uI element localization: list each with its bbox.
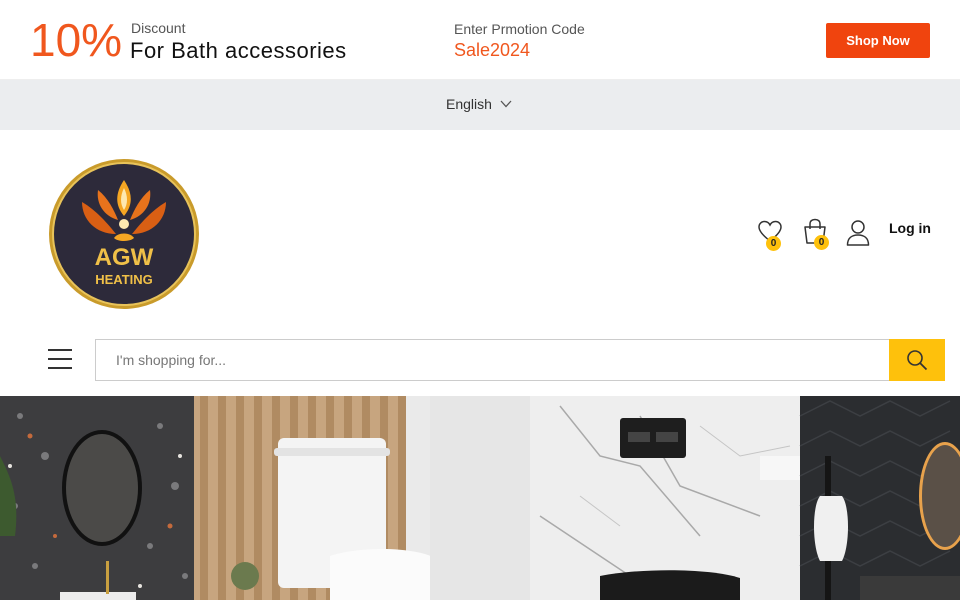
wishlist-button[interactable]: 0 (757, 220, 783, 251)
promo-bar: 10% Discount For Bath accessories Enter … (0, 0, 960, 80)
wishlist-count-badge: 0 (766, 236, 781, 251)
language-bar: English (0, 80, 960, 130)
cart-count-badge: 0 (814, 235, 829, 250)
user-icon (846, 220, 870, 246)
search-icon (907, 350, 928, 371)
logo-wordmark: AGW (95, 244, 154, 271)
promo-title: For Bath accessories (130, 38, 347, 63)
logo-subtext: HEATING (95, 272, 153, 287)
hero-banner[interactable] (0, 396, 960, 600)
site-logo[interactable]: AGW HEATING (48, 158, 200, 310)
search-input[interactable] (96, 340, 890, 380)
shop-now-button[interactable]: Shop Now (826, 23, 930, 58)
search-box (95, 339, 890, 381)
promo-percent: 10% (30, 14, 123, 66)
promo-code-label: Enter Prmotion Code (454, 21, 585, 37)
hero-image (0, 396, 960, 600)
search-button[interactable] (889, 339, 945, 381)
language-selector[interactable]: English (446, 96, 512, 112)
chevron-down-icon (500, 100, 512, 108)
promo-discount-label: Discount (131, 20, 186, 36)
promo-code: Sale2024 (454, 40, 531, 60)
cart-button[interactable]: 0 (802, 218, 830, 250)
login-link[interactable]: Log in (889, 220, 931, 236)
language-label: English (446, 96, 492, 112)
hamburger-menu-icon[interactable] (48, 349, 72, 369)
account-button[interactable] (846, 219, 872, 247)
